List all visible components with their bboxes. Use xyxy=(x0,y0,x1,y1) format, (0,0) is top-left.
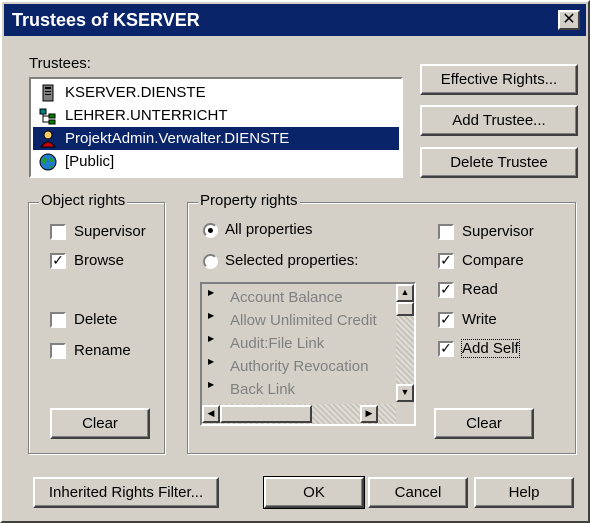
object-rename-label: Rename xyxy=(74,342,131,359)
property-read-label: Read xyxy=(462,281,498,298)
object-rename-checkbox[interactable]: Rename xyxy=(50,340,131,362)
help-button[interactable]: Help xyxy=(474,477,574,508)
list-item[interactable]: ▶ Back Link xyxy=(206,378,295,401)
property-read-checkbox[interactable]: ✓ Read xyxy=(438,279,498,301)
trustee-item-label: ProjektAdmin.Verwalter.DIENSTE xyxy=(65,130,290,147)
property-supervisor-checkbox[interactable]: Supervisor xyxy=(438,221,534,243)
object-delete-label: Delete xyxy=(74,311,118,328)
radio-dot xyxy=(203,223,218,238)
inherited-rights-filter-button[interactable]: Inherited Rights Filter... xyxy=(33,477,219,508)
expand-arrow-icon: ▶ xyxy=(208,357,215,366)
property-compare-checkbox[interactable]: ✓ Compare xyxy=(438,250,524,272)
ok-button[interactable]: OK xyxy=(263,476,365,509)
check-icon: ✓ xyxy=(438,282,454,298)
property-add-self-label: Add Self xyxy=(461,339,520,358)
scroll-thumb[interactable] xyxy=(396,302,414,316)
trustee-item-projektadmin[interactable]: ProjektAdmin.Verwalter.DIENSTE xyxy=(33,127,399,150)
trustees-label: Trustees: xyxy=(29,55,91,72)
trustee-item-label: KSERVER.DIENSTE xyxy=(65,84,206,101)
check-icon: ✓ xyxy=(50,253,66,269)
all-properties-radio[interactable]: All properties xyxy=(203,219,313,241)
close-button[interactable]: ✕ xyxy=(558,10,580,30)
check-icon: ✓ xyxy=(438,312,454,328)
scroll-down-icon[interactable]: ▼ xyxy=(396,384,414,402)
scroll-thumb[interactable] xyxy=(220,405,312,423)
trustees-list[interactable]: KSERVER.DIENSTE LEHRER.UNTERRICHT Projek… xyxy=(29,77,403,178)
globe-icon xyxy=(39,153,57,171)
trustee-item-label: [Public] xyxy=(65,153,115,170)
expand-arrow-icon: ▶ xyxy=(208,311,215,320)
scroll-left-icon[interactable]: ◀ xyxy=(202,405,220,423)
close-icon: ✕ xyxy=(562,11,576,28)
org-unit-icon xyxy=(39,108,56,125)
checkbox-box xyxy=(50,343,66,359)
list-item[interactable]: ▶ Account Balance xyxy=(206,286,343,309)
expand-arrow-icon: ▶ xyxy=(208,288,215,297)
property-rights-title: Property rights xyxy=(198,192,300,209)
property-label: Authority Revocation xyxy=(230,358,369,375)
horizontal-scrollbar[interactable]: ◀ ▶ xyxy=(202,404,396,424)
checkbox-box xyxy=(50,224,66,240)
object-browse-label: Browse xyxy=(74,252,125,269)
scroll-up-icon[interactable]: ▲ xyxy=(396,284,414,302)
server-icon xyxy=(42,84,54,102)
object-clear-button[interactable]: Clear xyxy=(50,408,150,439)
property-supervisor-label: Supervisor xyxy=(462,223,534,240)
expand-arrow-icon: ▶ xyxy=(208,334,215,343)
object-browse-checkbox[interactable]: ✓ Browse xyxy=(50,250,124,272)
object-supervisor-checkbox[interactable]: Supervisor xyxy=(50,221,146,243)
property-label: Audit:File Link xyxy=(230,335,325,352)
trustee-item-kserver[interactable]: KSERVER.DIENSTE xyxy=(33,81,399,104)
effective-rights-button[interactable]: Effective Rights... xyxy=(420,64,578,95)
check-icon: ✓ xyxy=(438,341,454,357)
scroll-right-icon[interactable]: ▶ xyxy=(360,405,378,423)
list-item[interactable]: ▶ Authority Revocation xyxy=(206,355,368,378)
object-delete-checkbox[interactable]: Delete xyxy=(50,309,117,331)
object-rights-title: Object rights xyxy=(39,192,128,209)
checkbox-box xyxy=(50,312,66,328)
list-item[interactable]: ▶ Audit:File Link xyxy=(206,332,324,355)
checkbox-box xyxy=(438,224,454,240)
property-clear-button[interactable]: Clear xyxy=(434,408,534,439)
vertical-scrollbar[interactable]: ▲ ▼ xyxy=(396,284,414,402)
selected-properties-label: Selected properties: xyxy=(225,252,359,269)
check-icon: ✓ xyxy=(438,253,454,269)
trustee-item-label: LEHRER.UNTERRICHT xyxy=(65,107,228,124)
title-bar: Trustees of KSERVER ✕ xyxy=(4,4,586,36)
delete-trustee-button[interactable]: Delete Trustee xyxy=(420,147,578,178)
expand-arrow-icon: ▶ xyxy=(208,380,215,389)
property-compare-label: Compare xyxy=(462,252,524,269)
properties-list[interactable]: ▶ Account Balance ▶ Allow Unlimited Credit… xyxy=(200,282,416,426)
property-write-checkbox[interactable]: ✓ Write xyxy=(438,309,497,331)
selected-properties-radio[interactable]: Selected properties: xyxy=(203,250,358,272)
object-supervisor-label: Supervisor xyxy=(74,223,146,240)
window-title: Trustees of KSERVER xyxy=(12,10,200,30)
property-label: Allow Unlimited Credit xyxy=(230,312,377,329)
property-label: Back Link xyxy=(230,381,296,398)
user-icon xyxy=(40,130,56,148)
cancel-button[interactable]: Cancel xyxy=(368,477,468,508)
scroll-corner xyxy=(396,404,414,424)
radio-dot xyxy=(203,254,218,269)
add-trustee-button[interactable]: Add Trustee... xyxy=(420,105,578,136)
trustee-item-lehrer[interactable]: LEHRER.UNTERRICHT xyxy=(33,104,399,127)
trustee-item-public[interactable]: [Public] xyxy=(33,150,399,173)
all-properties-label: All properties xyxy=(225,221,313,238)
list-item[interactable]: ▶ Allow Unlimited Credit xyxy=(206,309,377,332)
property-label: Account Balance xyxy=(230,289,343,306)
property-add-self-checkbox[interactable]: ✓ Add Self xyxy=(438,338,520,360)
property-write-label: Write xyxy=(462,311,497,328)
trustees-dialog: Trustees of KSERVER ✕ Trustees: KSERVER.… xyxy=(0,0,590,523)
